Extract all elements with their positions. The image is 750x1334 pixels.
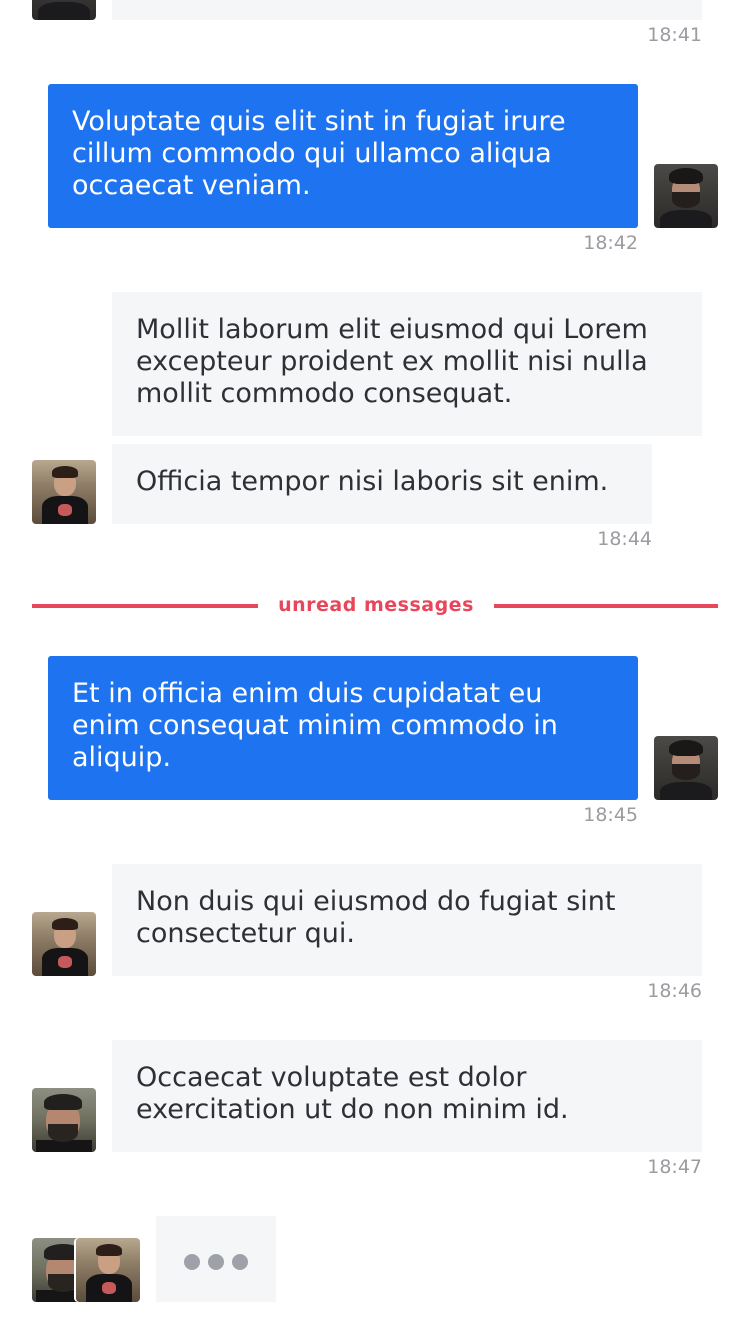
avatar <box>32 912 96 976</box>
message-bubble-incoming: Officia tempor nisi laboris sit enim. <box>112 444 652 524</box>
typing-indicator <box>156 1216 276 1302</box>
message-text: Mollit laborum elit eiusmod qui Lorem ex… <box>136 314 648 409</box>
message-timestamp: 18:46 <box>647 980 702 1002</box>
avatar <box>32 1088 96 1152</box>
message-bubble-partial <box>112 0 702 20</box>
typing-dot-icon <box>208 1254 224 1270</box>
message-bubble-incoming: Mollit laborum elit eiusmod qui Lorem ex… <box>112 292 702 436</box>
message-bubble-incoming: Non duis qui eiusmod do fugiat sint cons… <box>112 864 702 976</box>
message-timestamp: 18:41 <box>647 24 702 46</box>
message-timestamp: 18:45 <box>583 804 638 826</box>
message-text: Non duis qui eiusmod do fugiat sint cons… <box>136 886 616 949</box>
avatar <box>32 0 96 20</box>
message-text: Occaecat voluptate est dolor exercitatio… <box>136 1062 569 1125</box>
unread-divider-left <box>32 604 258 608</box>
message-text: Officia tempor nisi laboris sit enim. <box>136 466 609 497</box>
unread-divider-right <box>494 604 718 608</box>
typing-dot-icon <box>232 1254 248 1270</box>
avatar <box>654 736 718 800</box>
message-text: Et in officia enim duis cupidatat eu eni… <box>72 678 558 773</box>
message-timestamp: 18:42 <box>583 232 638 254</box>
unread-divider-label: unread messages <box>278 594 474 616</box>
message-timestamp: 18:47 <box>647 1156 702 1178</box>
avatar <box>654 164 718 228</box>
message-bubble-incoming: Occaecat voluptate est dolor exercitatio… <box>112 1040 702 1152</box>
message-bubble-outgoing: Et in officia enim duis cupidatat eu eni… <box>48 656 638 800</box>
message-bubble-outgoing: Voluptate quis elit sint in fugiat irure… <box>48 84 638 228</box>
message-text: Voluptate quis elit sint in fugiat irure… <box>72 106 566 201</box>
avatar <box>32 460 96 524</box>
typing-dot-icon <box>184 1254 200 1270</box>
typing-avatar <box>76 1238 140 1302</box>
message-timestamp: 18:44 <box>597 528 652 550</box>
